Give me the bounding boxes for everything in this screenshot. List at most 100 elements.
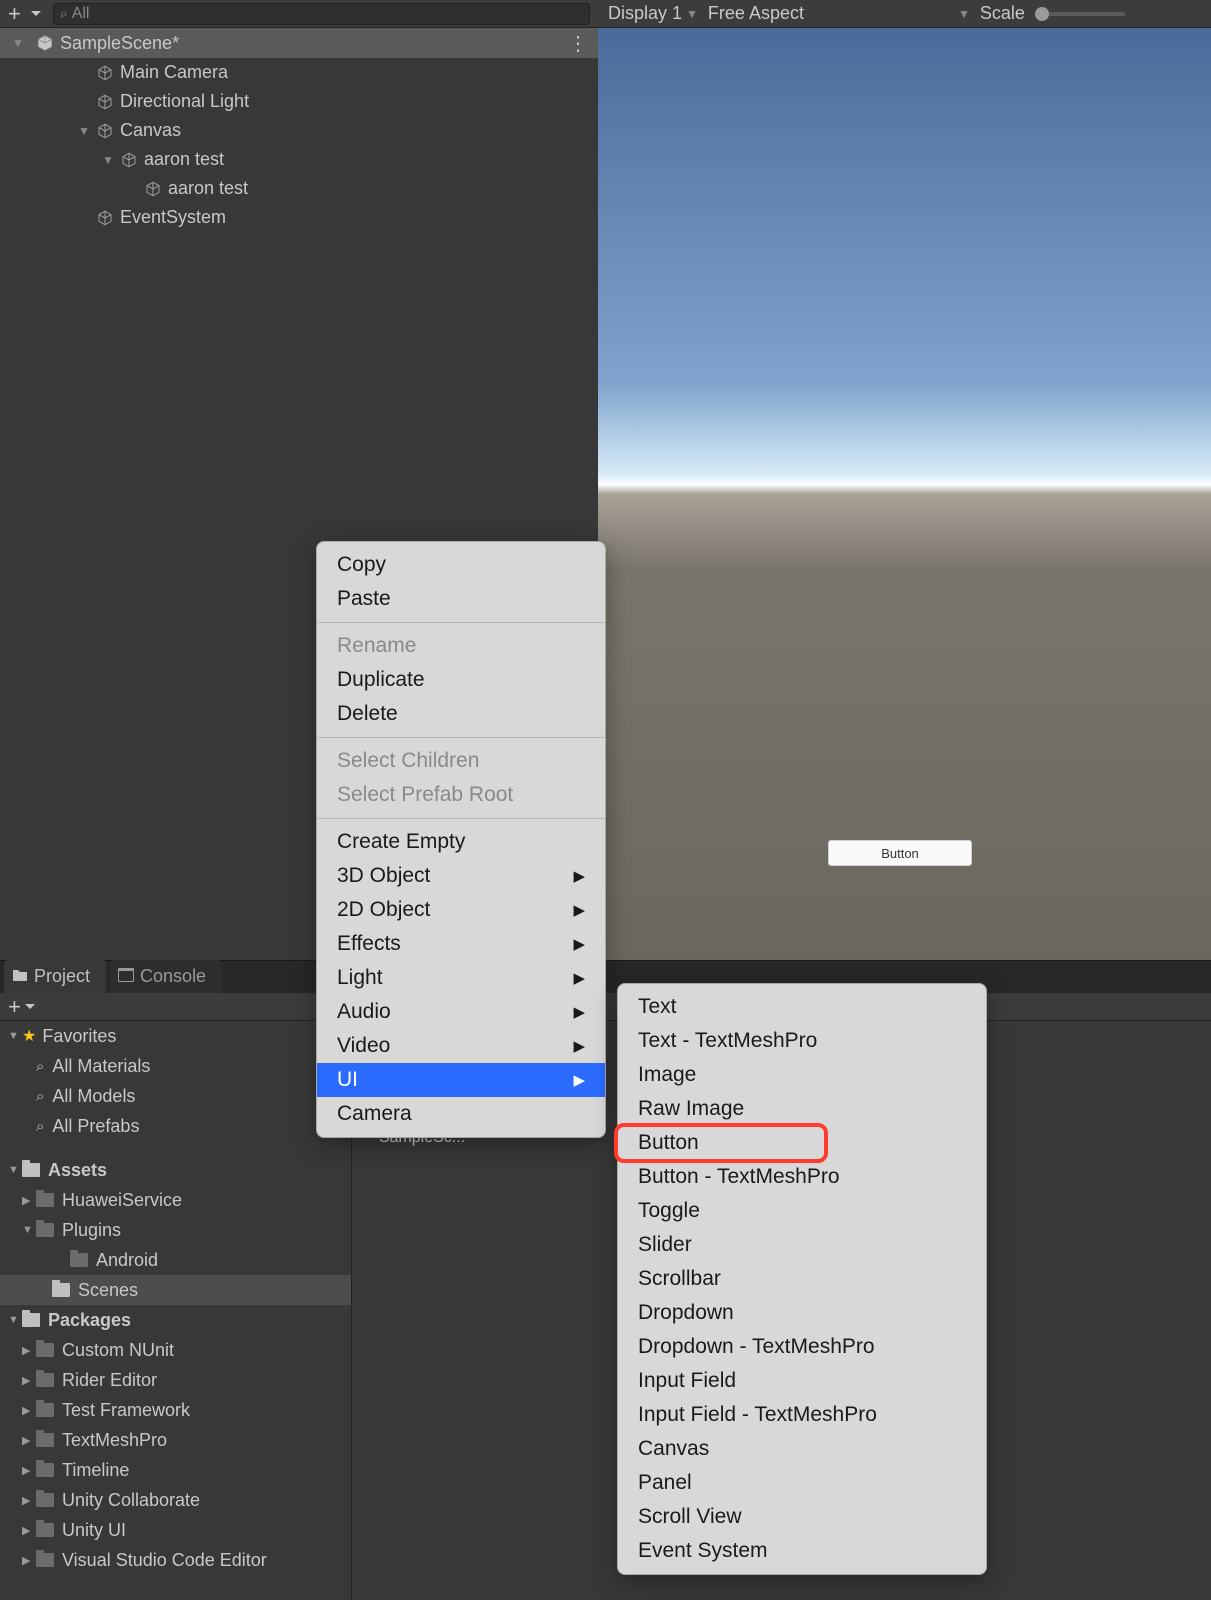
context-menu-item[interactable]: Copy [317,548,605,582]
slider-thumb[interactable] [1035,7,1049,21]
context-menu-item[interactable]: Video▶ [317,1029,605,1063]
project-tree-item[interactable]: ⌕All Models [0,1081,351,1111]
chevron-down-icon: ▼ [958,7,970,21]
context-menu-item[interactable]: Duplicate [317,663,605,697]
submenu-item[interactable]: Toggle [618,1194,986,1228]
project-tree-item[interactable]: ▶Custom NUnit [0,1335,351,1365]
folder-icon [36,1493,54,1507]
submenu-item[interactable]: Dropdown - TextMeshPro [618,1330,986,1364]
context-menu-item[interactable]: Camera [317,1097,605,1131]
submenu-item-label: Image [638,1063,696,1087]
submenu-item[interactable]: Scroll View [618,1500,986,1534]
submenu-item[interactable]: Text [618,990,986,1024]
expand-toggle[interactable]: ▼ [8,1314,22,1326]
context-menu-item[interactable]: 3D Object▶ [317,859,605,893]
assets-header[interactable]: ▼Assets [0,1155,351,1185]
expand-toggle[interactable] [102,153,116,167]
hierarchy-search-input[interactable]: ⌕ All [53,3,590,25]
project-tree-item[interactable]: ▶Unity UI [0,1515,351,1545]
expand-toggle[interactable]: ▶ [22,1464,36,1477]
folder-icon [36,1403,54,1417]
context-menu-item[interactable]: 2D Object▶ [317,893,605,927]
expand-toggle[interactable]: ▶ [22,1194,36,1207]
ui-submenu: TextText - TextMeshProImageRaw ImageButt… [617,983,987,1575]
tab-console[interactable]: Console [110,960,222,993]
project-tree-item[interactable]: ▶Visual Studio Code Editor [0,1545,351,1575]
packages-header[interactable]: ▼Packages [0,1305,351,1335]
submenu-item-label: Scrollbar [638,1267,721,1291]
project-tree-item[interactable]: ⌕All Materials [0,1051,351,1081]
project-tree-item[interactable]: ▼Plugins [0,1215,351,1245]
create-dropdown-button[interactable]: + [8,1,21,27]
context-menu-item: Rename [317,629,605,663]
project-tree-item[interactable]: ▶Rider Editor [0,1365,351,1395]
kebab-menu-icon[interactable]: ⋮ [568,31,588,56]
favorite-label: All Materials [52,1056,150,1077]
chevron-down-icon [25,1004,35,1009]
expand-toggle[interactable] [78,124,92,138]
submenu-item[interactable]: Raw Image [618,1092,986,1126]
context-menu-item[interactable]: Create Empty [317,825,605,859]
context-menu-item[interactable]: UI▶ [317,1063,605,1097]
menu-item-label: Effects [337,932,401,956]
context-menu-item[interactable]: Effects▶ [317,927,605,961]
hierarchy-item[interactable]: aaron test [0,174,598,203]
submenu-item[interactable]: Input Field [618,1364,986,1398]
folder-icon [22,1163,40,1177]
submenu-item[interactable]: Input Field - TextMeshPro [618,1398,986,1432]
submenu-item[interactable]: Slider [618,1228,986,1262]
create-asset-button[interactable]: + [8,994,21,1020]
hierarchy-item[interactable]: aaron test [0,145,598,174]
project-tree-item[interactable]: ▶Test Framework [0,1395,351,1425]
context-menu-item[interactable]: Audio▶ [317,995,605,1029]
submenu-item[interactable]: Scrollbar [618,1262,986,1296]
project-tree-item[interactable]: ⌕All Prefabs [0,1111,351,1141]
hierarchy-item[interactable]: EventSystem [0,203,598,232]
tab-project[interactable]: Project [4,960,106,993]
expand-toggle[interactable]: ▼ [8,1030,22,1042]
project-tree-item[interactable]: ▶Unity Collaborate [0,1485,351,1515]
submenu-item[interactable]: Canvas [618,1432,986,1466]
hierarchy-item[interactable]: Main Camera [0,58,598,87]
menu-item-label: Light [337,966,383,990]
project-tree-item[interactable]: ▶TextMeshPro [0,1425,351,1455]
submenu-item[interactable]: Event System [618,1534,986,1568]
expand-toggle[interactable]: ▶ [22,1434,36,1447]
chevron-right-icon: ▶ [573,1071,585,1089]
expand-toggle[interactable]: ▶ [22,1344,36,1357]
submenu-item[interactable]: Dropdown [618,1296,986,1330]
expand-toggle[interactable]: ▼ [8,1164,22,1176]
submenu-item[interactable]: Button [618,1126,986,1160]
menu-item-label: Video [337,1034,390,1058]
submenu-item[interactable]: Panel [618,1466,986,1500]
context-menu-item[interactable]: Delete [317,697,605,731]
chevron-down-icon[interactable] [12,36,26,50]
submenu-item[interactable]: Button - TextMeshPro [618,1160,986,1194]
submenu-item-label: Dropdown - TextMeshPro [638,1335,875,1359]
expand-toggle[interactable]: ▼ [22,1224,36,1236]
hierarchy-item[interactable]: Directional Light [0,87,598,116]
context-menu-item[interactable]: Paste [317,582,605,616]
project-tree-item[interactable]: Scenes [0,1275,351,1305]
scene-header[interactable]: SampleScene* ⋮ [0,28,598,58]
submenu-item[interactable]: Text - TextMeshPro [618,1024,986,1058]
project-tree-item[interactable]: Android [0,1245,351,1275]
project-tree-item[interactable]: ▶HuaweiService [0,1185,351,1215]
expand-toggle[interactable]: ▶ [22,1554,36,1567]
expand-toggle[interactable]: ▶ [22,1494,36,1507]
context-menu-item[interactable]: Light▶ [317,961,605,995]
game-ui-button: Button [828,840,972,866]
menu-item-label: Rename [337,634,416,658]
hierarchy-item[interactable]: Canvas [0,116,598,145]
expand-toggle[interactable]: ▶ [22,1524,36,1537]
expand-toggle[interactable]: ▶ [22,1404,36,1417]
display-dropdown[interactable]: Display 1 ▼ [608,3,698,24]
aspect-dropdown[interactable]: Free Aspect ▼ [708,3,970,24]
gameobject-icon [144,180,162,198]
scale-slider[interactable] [1035,12,1125,16]
menu-item-label: Paste [337,587,391,611]
expand-toggle[interactable]: ▶ [22,1374,36,1387]
submenu-item[interactable]: Image [618,1058,986,1092]
project-tree-item[interactable]: ▶Timeline [0,1455,351,1485]
favorites-header[interactable]: ▼★Favorites [0,1021,351,1051]
